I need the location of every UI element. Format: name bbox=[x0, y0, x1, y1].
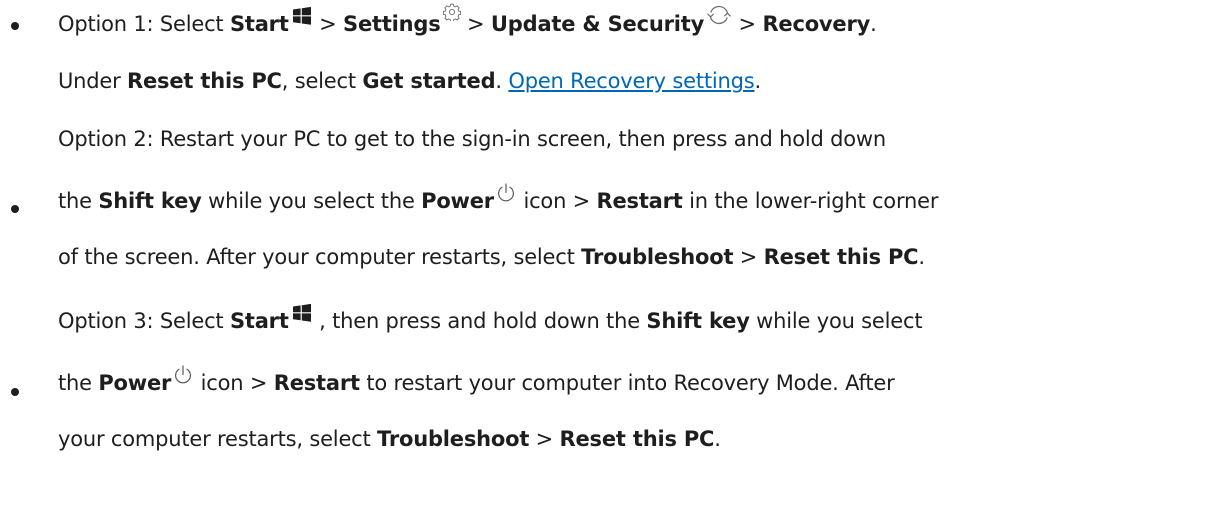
gear-icon bbox=[442, 3, 461, 21]
option-1-line-1: Option 1: Select Start > Settings > Upda… bbox=[58, 3, 877, 37]
instruction-text: . bbox=[714, 427, 721, 451]
bullet-icon bbox=[11, 22, 19, 30]
instruction-text: Option 3: Select bbox=[58, 309, 230, 333]
ui-term: Troubleshoot bbox=[377, 427, 530, 451]
option-1-line-2: Under Reset this PC, select Get started.… bbox=[58, 68, 761, 94]
power-icon bbox=[495, 182, 517, 204]
ui-term: Troubleshoot bbox=[581, 245, 734, 269]
instruction-text: Option 1: Select bbox=[58, 12, 230, 36]
instruction-text: the bbox=[58, 371, 99, 395]
instruction-text: > bbox=[732, 12, 763, 36]
option-3-line-1: Option 3: Select Start , then press and … bbox=[58, 303, 923, 334]
option-2-line-3: of the screen. After your computer resta… bbox=[58, 244, 925, 270]
ui-term: Restart bbox=[596, 189, 683, 213]
ui-term: Update & Security bbox=[490, 12, 705, 36]
ui-term: Get started bbox=[362, 69, 496, 93]
instruction-text: , then press and hold down the bbox=[312, 309, 647, 333]
ui-term: Power bbox=[98, 371, 172, 395]
ui-term: Restart bbox=[273, 371, 360, 395]
open-recovery-settings-link[interactable]: Open Recovery settings bbox=[508, 69, 754, 93]
windows-start-icon bbox=[291, 5, 313, 27]
instructions-content: Option 1: Select Start > Settings > Upda… bbox=[0, 0, 1206, 512]
instruction-text: of the screen. After your computer resta… bbox=[58, 245, 582, 269]
instruction-text: > bbox=[460, 12, 491, 36]
instruction-text: icon > bbox=[194, 371, 274, 395]
ui-term: Shift key bbox=[98, 189, 202, 213]
instruction-text: while you select bbox=[749, 309, 923, 333]
instruction-text: your computer restarts, select bbox=[58, 427, 378, 451]
option-2-line-2: the Shift key while you select the Power… bbox=[58, 183, 939, 214]
instruction-text: to restart your computer into Recovery M… bbox=[359, 371, 895, 395]
instruction-text: . bbox=[870, 12, 877, 36]
instruction-text: icon > bbox=[516, 189, 597, 213]
instruction-text: in the lower-right corner bbox=[682, 189, 939, 213]
bullet-icon bbox=[11, 388, 19, 396]
refresh-icon bbox=[706, 4, 732, 26]
instruction-text: Under bbox=[58, 69, 128, 93]
instruction-text: . bbox=[495, 69, 509, 93]
ui-term: Start bbox=[229, 12, 289, 36]
ui-term: Power bbox=[421, 189, 494, 213]
ui-term: Reset this PC bbox=[127, 69, 282, 93]
option-2-line-1: Option 2: Restart your PC to get to the … bbox=[58, 126, 886, 152]
ui-term: Reset this PC bbox=[763, 245, 919, 269]
instruction-text: . bbox=[918, 245, 925, 269]
power-icon bbox=[172, 364, 194, 386]
instruction-text: > bbox=[312, 12, 344, 36]
windows-start-icon bbox=[291, 302, 313, 324]
ui-term: Settings bbox=[343, 12, 441, 36]
instruction-text: while you select the bbox=[201, 189, 422, 213]
bullet-icon bbox=[11, 205, 19, 213]
instruction-text: > bbox=[733, 245, 764, 269]
ui-term: Shift key bbox=[646, 309, 750, 333]
instruction-text: Option 2: Restart your PC to get to the … bbox=[58, 127, 886, 151]
instruction-text: the bbox=[58, 189, 99, 213]
instruction-text: , select bbox=[281, 69, 363, 93]
ui-term: Start bbox=[229, 309, 289, 333]
ui-term: Recovery bbox=[762, 12, 871, 36]
instruction-text: > bbox=[529, 427, 560, 451]
ui-term: Reset this PC bbox=[559, 427, 715, 451]
instruction-text: . bbox=[754, 69, 762, 93]
option-3-line-3: your computer restarts, select Troublesh… bbox=[58, 426, 721, 452]
option-3-line-2: the Power icon > Restart to restart your… bbox=[58, 365, 895, 396]
